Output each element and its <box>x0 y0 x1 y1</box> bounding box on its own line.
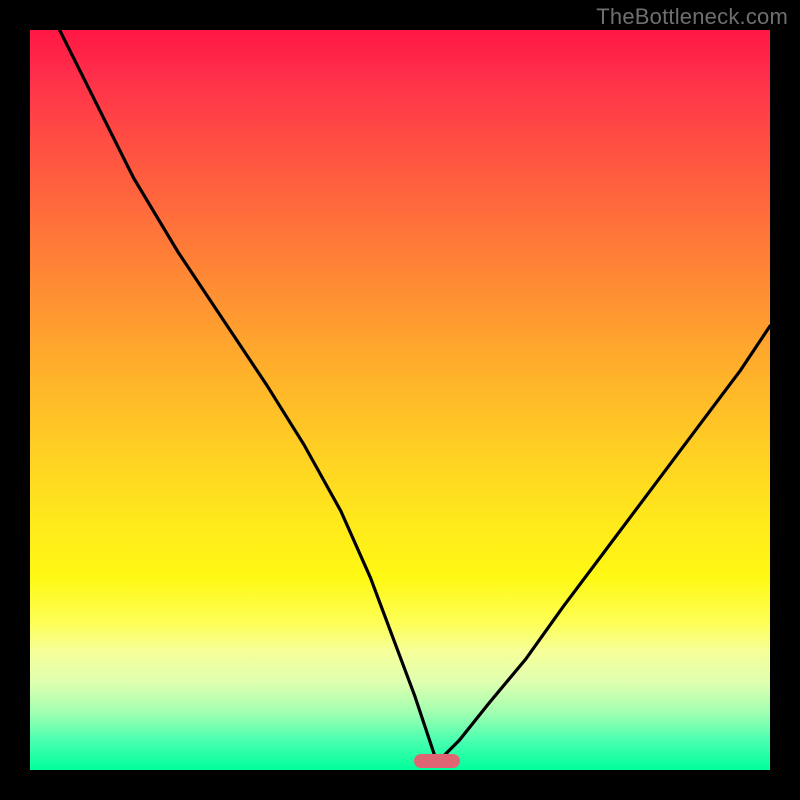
left-curve <box>60 30 437 763</box>
watermark-text: TheBottleneck.com <box>596 4 788 30</box>
bottleneck-marker <box>414 754 460 768</box>
plot-area <box>30 30 770 770</box>
curve-layer <box>30 30 770 770</box>
chart-frame: TheBottleneck.com <box>0 0 800 800</box>
right-curve <box>437 326 770 763</box>
